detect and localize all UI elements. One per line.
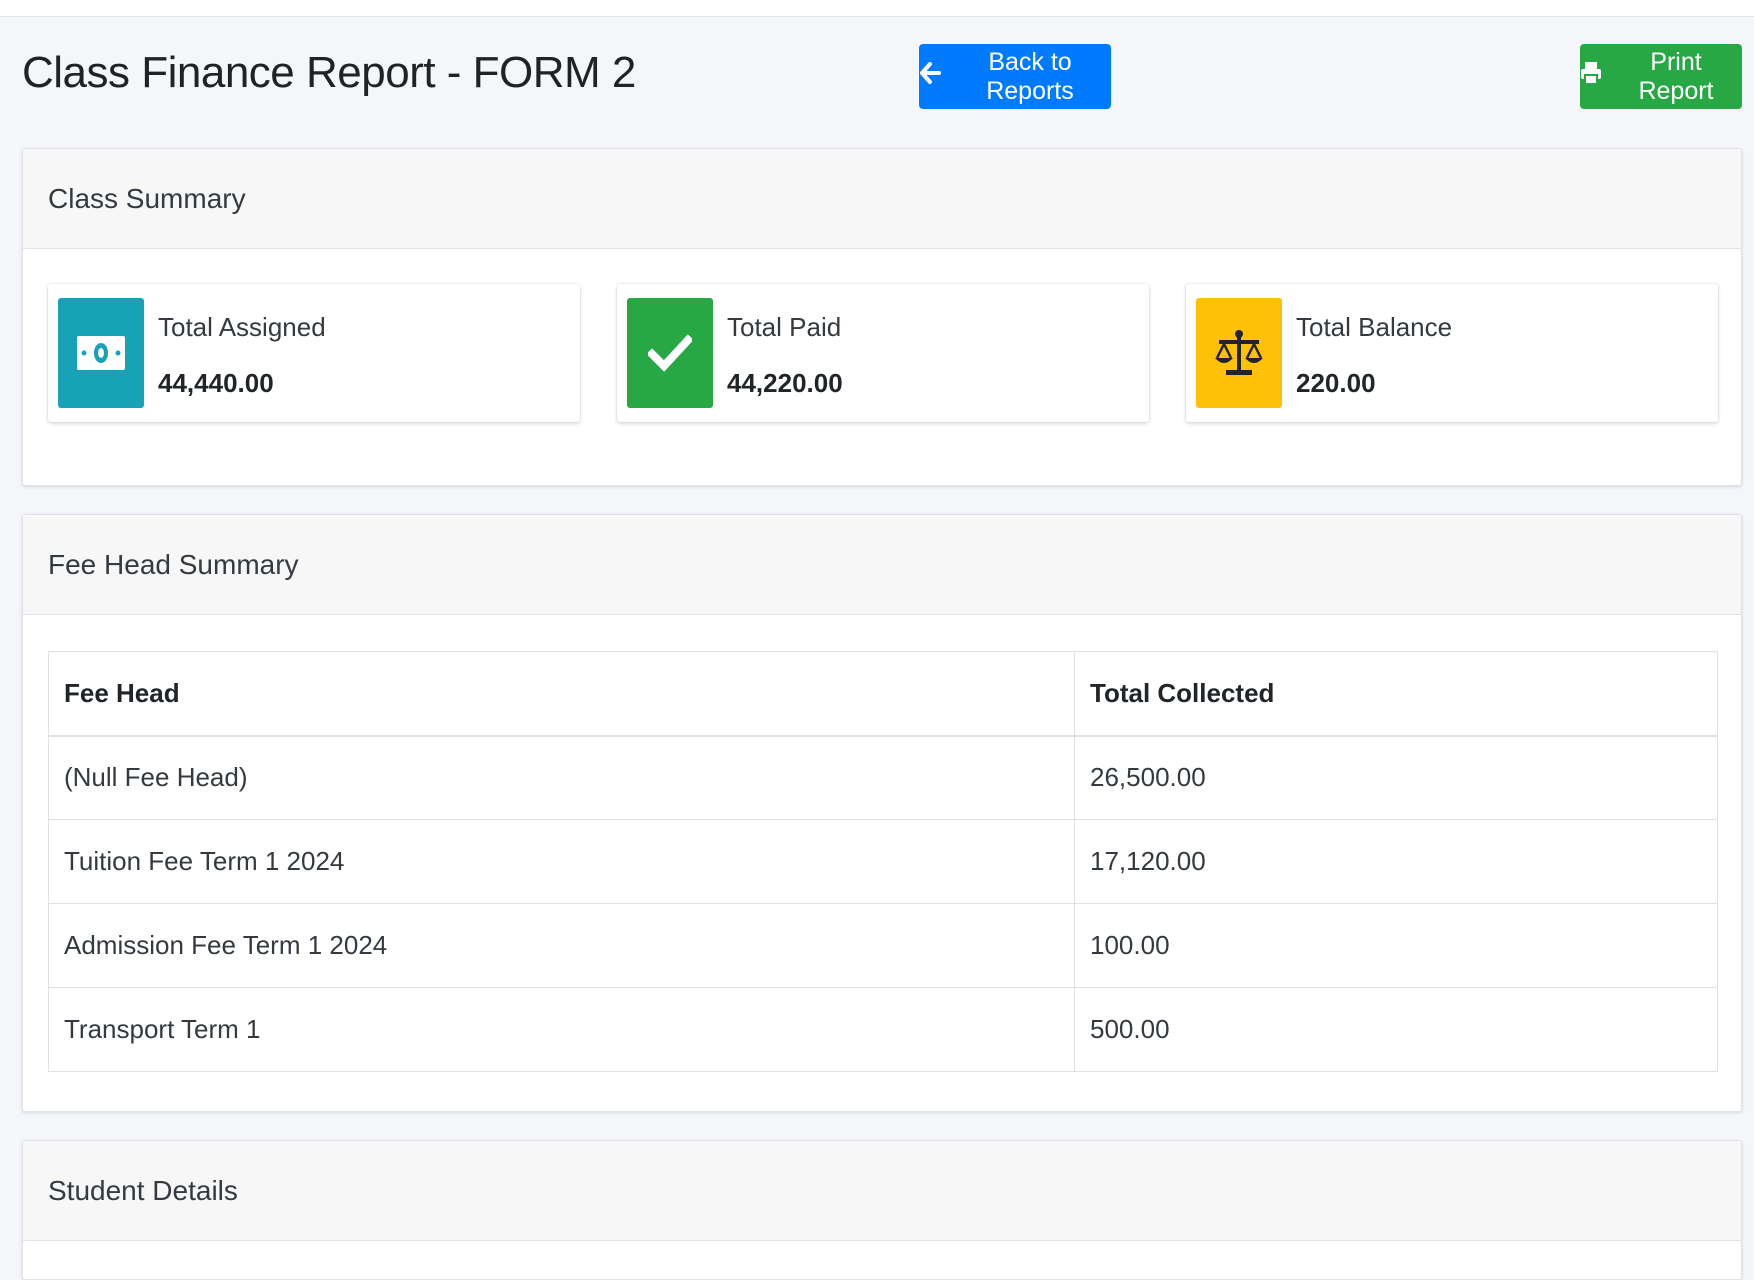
total-assigned-value: 44,440.00 bbox=[158, 368, 274, 398]
back-to-reports-label: Back to Reports bbox=[986, 47, 1074, 105]
table-header-row: Fee Head Total Collected bbox=[48, 651, 1718, 737]
total-collected-cell: 500.00 bbox=[1074, 987, 1718, 1072]
total-assigned-box: Total Assigned 44,440.00 bbox=[48, 284, 580, 422]
print-report-label: Print Report bbox=[1638, 47, 1714, 105]
class-summary-card: Class Summary Total Assigned 44,440.00 T… bbox=[22, 148, 1742, 486]
total-assigned-label: Total Assigned bbox=[158, 312, 326, 342]
fee-head-summary-header: Fee Head Summary bbox=[23, 515, 1741, 615]
fee-head-cell: (Null Fee Head) bbox=[48, 735, 1075, 820]
fee-head-cell: Tuition Fee Term 1 2024 bbox=[48, 819, 1075, 904]
class-summary-header: Class Summary bbox=[23, 149, 1741, 249]
table-row: Tuition Fee Term 1 2024 17,120.00 bbox=[48, 819, 1718, 904]
total-paid-value: 44,220.00 bbox=[727, 368, 843, 398]
print-icon bbox=[1580, 61, 1602, 92]
fee-head-cell: Transport Term 1 bbox=[48, 987, 1075, 1072]
total-paid-box: Total Paid 44,220.00 bbox=[617, 284, 1149, 422]
top-navbar-edge bbox=[0, 0, 1754, 17]
table-row: Transport Term 1 500.00 bbox=[48, 987, 1718, 1072]
total-balance-label: Total Balance bbox=[1296, 312, 1453, 342]
student-details-header: Student Details bbox=[23, 1141, 1741, 1241]
total-balance-box: Total Balance 220.00 bbox=[1186, 284, 1718, 422]
column-header-fee-head: Fee Head bbox=[48, 651, 1075, 737]
fee-head-summary-card: Fee Head Summary Fee Head Total Collecte… bbox=[22, 514, 1742, 1112]
check-icon bbox=[627, 298, 713, 408]
balance-scale-icon bbox=[1196, 298, 1282, 408]
money-bill-icon bbox=[58, 298, 144, 408]
page-header: Class Finance Report - FORM 2 Back to Re… bbox=[22, 40, 1742, 110]
print-report-button[interactable]: Print Report bbox=[1580, 44, 1742, 109]
fee-head-table: Fee Head Total Collected (Null Fee Head)… bbox=[48, 651, 1718, 1072]
table-row: Admission Fee Term 1 2024 100.00 bbox=[48, 903, 1718, 988]
student-details-card: Student Details bbox=[22, 1140, 1742, 1280]
arrow-left-icon bbox=[919, 61, 941, 92]
total-balance-value: 220.00 bbox=[1296, 368, 1376, 398]
total-collected-cell: 26,500.00 bbox=[1074, 735, 1718, 820]
page-title: Class Finance Report - FORM 2 bbox=[22, 48, 636, 97]
back-to-reports-button[interactable]: Back to Reports bbox=[919, 44, 1111, 109]
table-row: (Null Fee Head) 26,500.00 bbox=[48, 735, 1718, 820]
total-collected-cell: 17,120.00 bbox=[1074, 819, 1718, 904]
fee-head-cell: Admission Fee Term 1 2024 bbox=[48, 903, 1075, 988]
column-header-total-collected: Total Collected bbox=[1074, 651, 1718, 737]
total-paid-label: Total Paid bbox=[727, 312, 842, 342]
total-collected-cell: 100.00 bbox=[1074, 903, 1718, 988]
